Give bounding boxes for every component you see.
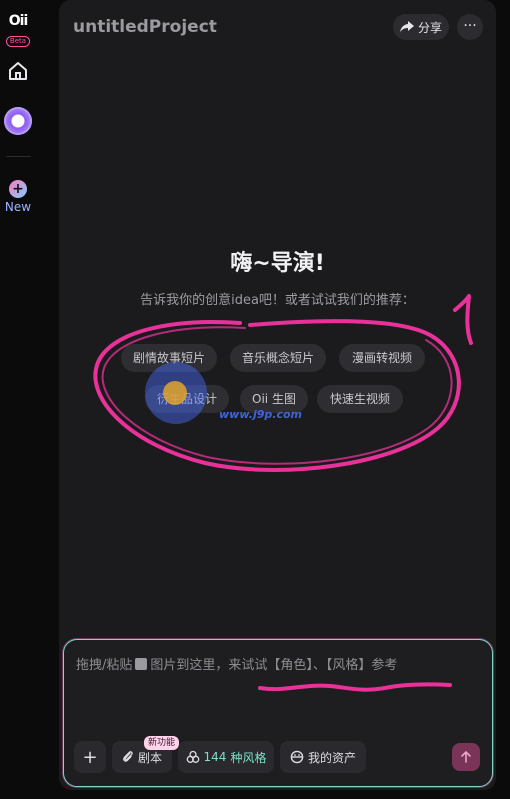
share-button[interactable]: 分享 [393,14,449,40]
paperclip-icon [123,751,133,762]
suggestion-chip-music[interactable]: 音乐概念短片 [230,344,326,372]
home-icon [9,62,27,80]
greeting-subtitle: 告诉我你的创意idea吧！或者试试我们的推荐： [140,293,415,308]
image-icon [135,658,148,670]
new-project-button[interactable]: + New [2,180,34,214]
styles-count: 144 [203,750,227,764]
new-label: New [4,200,32,214]
beta-badge: Beta [5,36,31,47]
home-button[interactable] [7,60,29,82]
placeholder-text-end: 图片到这里，来试试【角色】、【风格】参考 [150,658,398,673]
suggestion-chip-comic[interactable]: 漫画转视频 [339,344,425,372]
logo-text: Oii [8,13,29,29]
arrow-up-icon [461,751,471,763]
sidebar-divider [6,156,31,157]
my-assets-button[interactable]: 我的资产 [280,741,366,773]
plus-icon: + [9,180,27,198]
add-attachment-button[interactable]: + [74,741,106,773]
sidebar: Oii Beta + New [0,0,36,799]
styles-button[interactable]: 144 种风格 [178,741,274,773]
more-icon: ··· [463,18,477,34]
prompt-composer[interactable]: 拖拽/粘贴 图片到这里，来试试【角色】、【风格】参考 + 剧本 新功能 144 种… [63,639,493,787]
suggestion-chip-video[interactable]: 快速生视频 [317,385,403,413]
watermark-url: www.j9p.com [219,408,302,421]
share-icon [399,21,414,32]
styles-label: 种风格 [230,750,267,765]
greeting-title: 嗨~导演! [230,251,325,276]
send-button[interactable] [452,743,480,771]
app-logo[interactable]: Oii Beta [4,14,32,47]
composer-placeholder[interactable]: 拖拽/粘贴 图片到这里，来试试【角色】、【风格】参考 [76,654,397,673]
share-label: 分享 [417,20,442,35]
watermark-dot [163,381,187,405]
assets-label: 我的资产 [307,750,356,765]
more-options-button[interactable]: ··· [457,14,483,40]
plus-icon: + [82,746,98,768]
styles-icon [186,750,199,763]
assets-icon [290,750,304,764]
project-title[interactable]: untitledProject [73,17,217,37]
new-feature-badge: 新功能 [144,736,180,750]
placeholder-text-start: 拖拽/粘贴 [76,658,133,673]
script-label: 剧本 [137,750,162,765]
avatar[interactable] [4,107,32,135]
